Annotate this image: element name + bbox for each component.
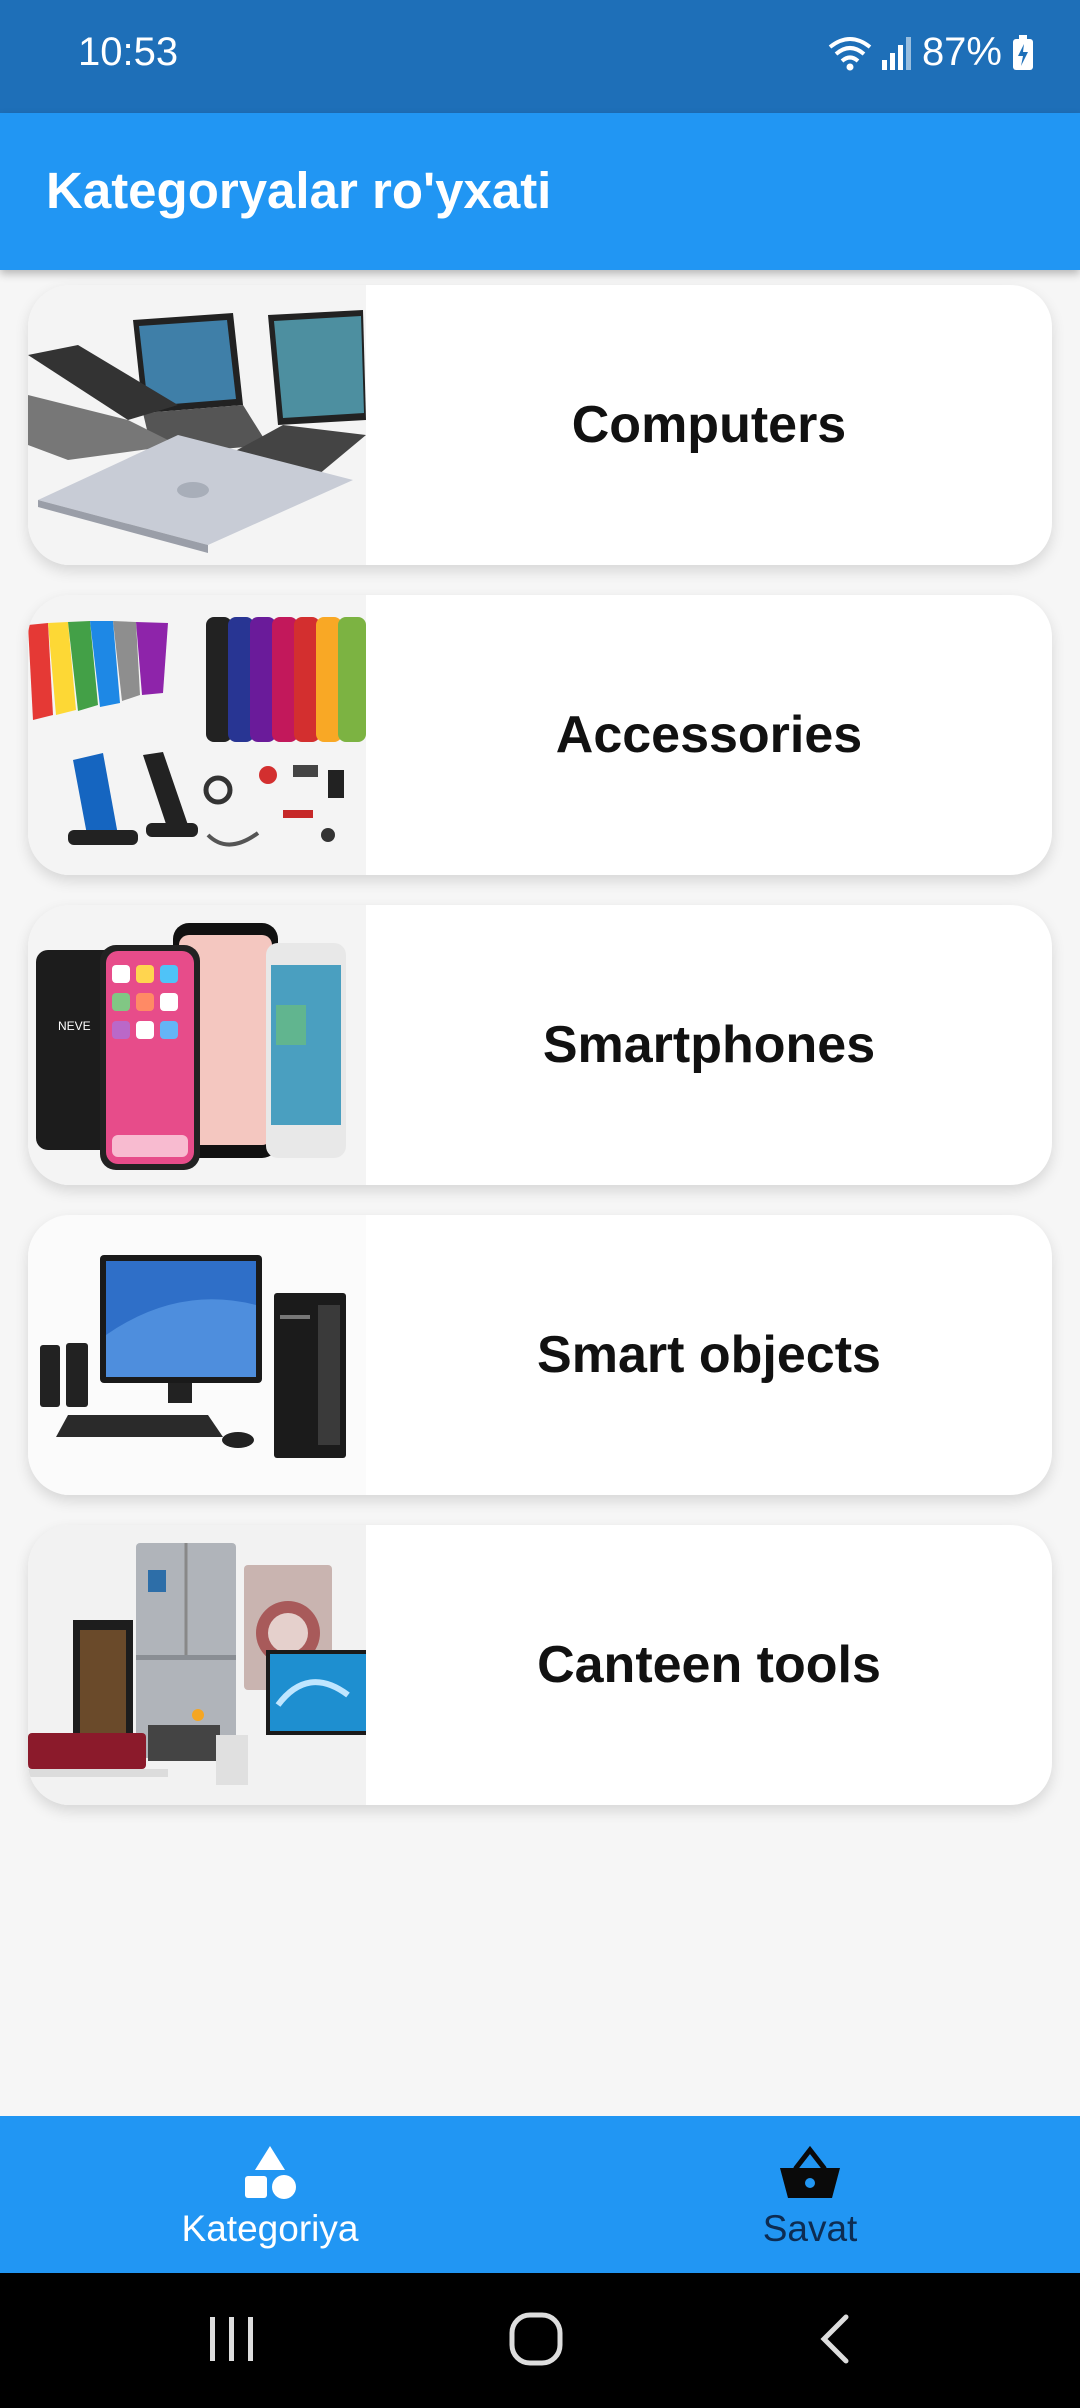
category-label: Canteen tools <box>537 1636 881 1694</box>
battery-charging-icon <box>1013 34 1033 70</box>
category-label: Smartphones <box>542 1016 876 1074</box>
nav-item-savat[interactable]: Savat <box>540 2116 1080 2273</box>
nav-item-kategoriya[interactable]: Kategoriya <box>0 2116 540 2273</box>
status-bar: 10:53 87% <box>0 0 1080 113</box>
category-card-smart-objects[interactable]: Smart objects <box>28 1215 1052 1495</box>
appliances-image <box>28 1525 366 1805</box>
smartphones-image: NEVE <box>28 905 366 1185</box>
nav-label-savat: Savat <box>762 2208 858 2249</box>
category-label: Smart objects <box>537 1326 881 1384</box>
page-title: Kategoryalar ro'yxati <box>46 162 552 219</box>
home-icon[interactable] <box>508 2311 564 2367</box>
basket-icon <box>780 2145 840 2198</box>
bottom-navigation: Kategoriya Savat <box>0 2116 1080 2273</box>
accessories-image <box>28 595 366 875</box>
shapes-icon <box>245 2146 296 2199</box>
category-card-smartphones[interactable]: NEVE Smartphones <box>28 905 1052 1185</box>
category-label: Accessories <box>555 706 863 764</box>
system-navigation-bar <box>0 2273 1080 2408</box>
category-card-accessories[interactable]: Accessories <box>28 595 1052 875</box>
category-card-canteen-tools[interactable]: Canteen tools <box>28 1525 1052 1805</box>
signal-icon <box>881 36 911 70</box>
status-time: 10:53 <box>78 30 179 74</box>
recent-apps-icon[interactable] <box>206 2311 258 2367</box>
category-list: Computers Accessories NEVE Smartphones S… <box>28 285 1052 1835</box>
wifi-icon <box>828 36 872 70</box>
category-card-computers[interactable]: Computers <box>28 285 1052 565</box>
svg-text:NEVE: NEVE <box>58 1019 91 1033</box>
status-icons: 87% <box>828 30 1034 75</box>
nav-label-kategoriya: Kategoriya <box>181 2208 359 2249</box>
laptops-image <box>28 285 366 565</box>
desktop-pc-image <box>28 1215 366 1495</box>
battery-percent: 87% <box>921 30 1002 74</box>
category-label: Computers <box>571 396 847 454</box>
back-icon[interactable] <box>814 2311 858 2367</box>
app-bar: Kategoryalar ro'yxati <box>0 113 1080 270</box>
